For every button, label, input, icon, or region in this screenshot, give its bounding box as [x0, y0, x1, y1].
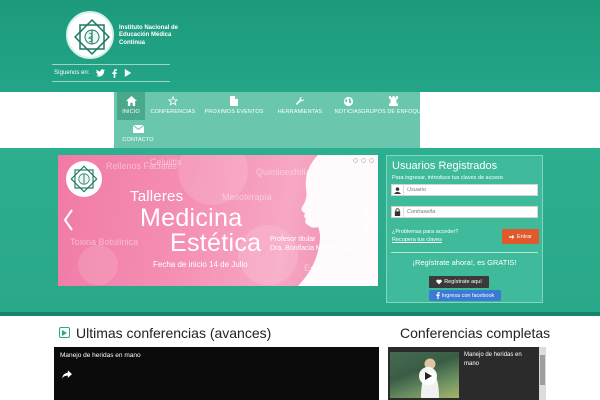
- nav-item-proximos-eventos[interactable]: PROXIMOS EVENTOS: [202, 92, 266, 120]
- document-icon: [230, 95, 238, 107]
- slider-next-arrow[interactable]: [361, 207, 375, 233]
- nav-item-label: GRUPOS DE ENFOQUE: [361, 109, 425, 115]
- register-cta: ¡Regístrate ahora!, es GRATIS!: [412, 258, 517, 267]
- slider-pagination: [353, 158, 374, 163]
- nav-item-noticias[interactable]: NOTICIAS: [330, 92, 366, 120]
- nav-item-label: CONTACTO: [122, 137, 154, 143]
- conference-playlist: Manejo de heridas en mano: [388, 347, 546, 400]
- play-button-icon[interactable]: [419, 367, 437, 385]
- register-button-label: Regístrate aquí: [444, 279, 482, 285]
- slider-bokeh: [78, 245, 118, 285]
- problems-link[interactable]: ¿Problemas para acceder?: [392, 229, 458, 235]
- nav-item-label: NOTICIAS: [334, 109, 362, 115]
- nav-item-label: CONFERENCIAS: [150, 109, 196, 115]
- envelope-icon: [132, 123, 144, 135]
- promo-slider[interactable]: Celulitis Rellenos Faciales Quimioexfoli…: [58, 155, 378, 286]
- caduceus-emblem-icon: [70, 165, 98, 193]
- main-nav: INICIO CONFERENCIAS PROXIMOS EVENTOS HER…: [114, 92, 425, 148]
- recover-keys-link[interactable]: Recupera tus claves: [392, 237, 442, 243]
- slider-prev-arrow[interactable]: [61, 207, 75, 233]
- login-divider: [391, 252, 538, 253]
- institute-name: Instituto Nacional de Educación Médica C…: [119, 25, 199, 47]
- institute-logo[interactable]: [66, 11, 114, 59]
- video-player[interactable]: Manejo de heridas en mano: [54, 347, 379, 400]
- facebook-icon[interactable]: [112, 68, 118, 78]
- slide-headline-talleres: Talleres: [130, 188, 184, 205]
- latest-conferences-title: Ultimas conferencias (avances): [76, 325, 272, 341]
- slide-professor-name: Dra. Bonifacia Matías Juan: [270, 245, 355, 252]
- login-submit-button[interactable]: Entrar: [502, 229, 539, 244]
- nav-item-contacto[interactable]: CONTACTO: [117, 120, 159, 148]
- chess-rook-icon: [388, 95, 398, 107]
- slide-start-date: Fecha de inicio 14 de Julio: [153, 260, 248, 269]
- facebook-login-button[interactable]: Ingresa con facebook: [429, 290, 501, 301]
- institute-name-line2: Educación Médica: [119, 32, 172, 39]
- chevron-left-icon: [63, 209, 73, 231]
- twitter-icon[interactable]: [96, 69, 106, 77]
- social-follow-bar: Síguenos en:: [54, 68, 132, 78]
- home-icon: [125, 95, 137, 107]
- youtube-icon[interactable]: [124, 69, 132, 77]
- nav-item-conferencias[interactable]: CONFERENCIAS: [146, 92, 200, 120]
- thumbnail-title[interactable]: Manejo de heridas en mano: [464, 351, 534, 369]
- slider-dot[interactable]: [353, 158, 358, 163]
- header-divider-bottom: [52, 81, 170, 82]
- wrench-icon: [295, 95, 305, 107]
- share-arrow-icon[interactable]: [62, 366, 72, 384]
- nav-item-grupos-de-enfoque[interactable]: GRUPOS DE ENFOQUE: [361, 92, 425, 120]
- globe-icon: [343, 95, 354, 107]
- slide-headline-estetica: Estética: [170, 229, 262, 257]
- play-square-icon: [59, 327, 70, 338]
- login-panel: Usuarios Registrados Para ingresar, intr…: [386, 155, 543, 303]
- slider-ghost-word: Mesoterapia: [222, 192, 272, 202]
- nav-item-herramientas[interactable]: HERRAMIENTAS: [272, 92, 328, 120]
- star-icon: [168, 95, 178, 107]
- slider-dot[interactable]: [361, 158, 366, 163]
- slider-institute-logo: [66, 161, 102, 197]
- slider-ghost-word: Escleroterapia: [304, 263, 362, 273]
- facebook-login-label: Ingresa con facebook: [441, 292, 495, 299]
- follow-label: Síguenos en:: [54, 70, 90, 76]
- slider-ghost-word: Toxina Botulínica: [70, 237, 139, 247]
- scrollbar-thumb[interactable]: [540, 355, 545, 385]
- slide-professor-role: Profesor titular: [270, 236, 316, 243]
- conference-thumbnail[interactable]: [390, 352, 459, 398]
- heart-icon: [436, 279, 442, 285]
- slider-dot[interactable]: [369, 158, 374, 163]
- hero-band-border: [0, 312, 600, 316]
- video-title: Manejo de heridas en mano: [60, 352, 141, 359]
- register-button[interactable]: Regístrate aquí: [429, 276, 489, 288]
- playlist-scrollbar[interactable]: [539, 347, 546, 400]
- login-title: Usuarios Registrados: [392, 160, 498, 172]
- chevron-right-icon: [363, 209, 373, 231]
- username-input[interactable]: [404, 185, 524, 195]
- caduceus-emblem-icon: [73, 18, 111, 56]
- nav-item-inicio[interactable]: INICIO: [117, 92, 145, 120]
- login-subtitle: Para ingresar, introduce tus claves de a…: [392, 175, 503, 181]
- sign-in-icon: [509, 234, 515, 239]
- facebook-icon: [436, 292, 440, 299]
- login-submit-label: Entrar: [517, 233, 532, 240]
- slider-ghost-word: Quimioexfoliación: [256, 167, 328, 177]
- institute-name-line1: Instituto Nacional de: [119, 25, 179, 31]
- password-input[interactable]: [404, 207, 524, 217]
- password-field[interactable]: [391, 206, 538, 218]
- nav-item-label: PROXIMOS EVENTOS: [204, 109, 264, 115]
- lock-icon: [392, 207, 404, 217]
- complete-conferences-title: Conferencias completas: [400, 325, 551, 341]
- nav-item-label: HERRAMIENTAS: [277, 109, 323, 115]
- user-icon: [392, 185, 404, 195]
- header-divider: [52, 64, 170, 65]
- slider-ghost-word: Rellenos Faciales: [106, 161, 178, 171]
- nav-item-label: INICIO: [122, 109, 140, 115]
- institute-name-line3: Continua: [119, 39, 145, 46]
- username-field[interactable]: [391, 184, 538, 196]
